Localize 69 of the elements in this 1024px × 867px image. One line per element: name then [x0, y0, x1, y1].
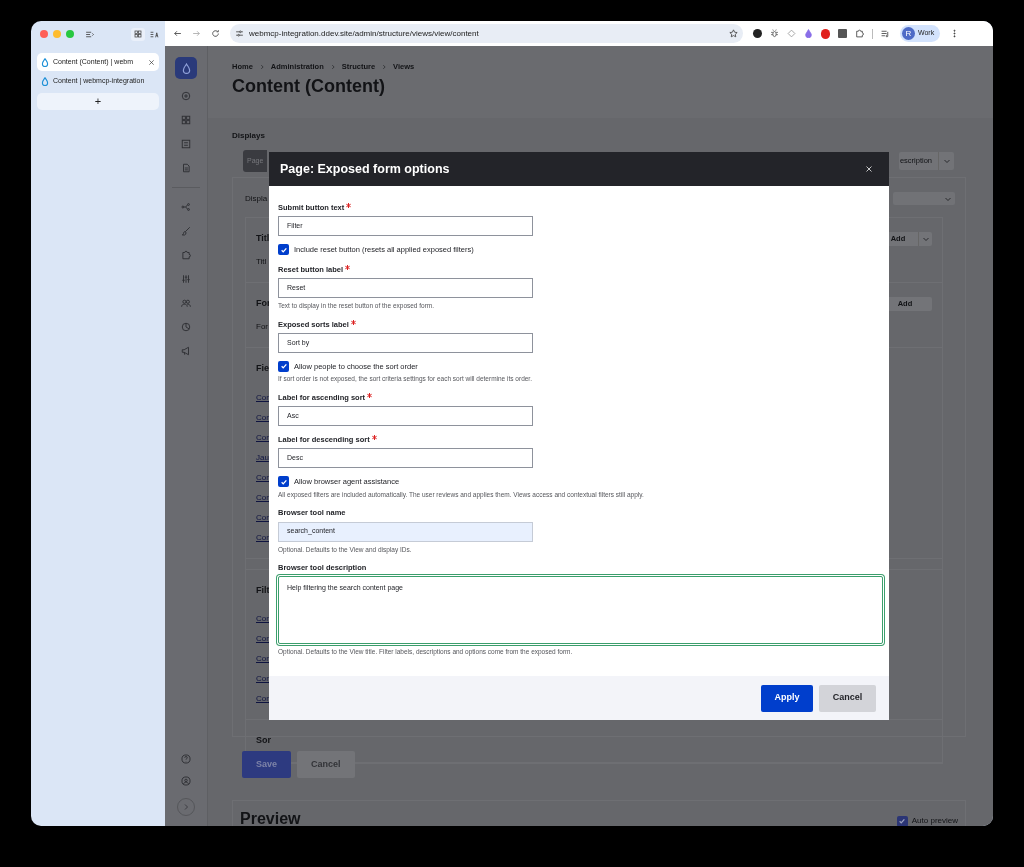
- check-icon: [898, 817, 907, 825]
- form-button[interactable]: Save: [242, 751, 292, 778]
- minimize-window-icon[interactable]: [53, 30, 61, 38]
- field-link[interactable]: Jau: [256, 451, 269, 464]
- chevron-down-icon: [942, 157, 951, 165]
- search-tabs-icon[interactable]: [150, 29, 159, 39]
- section-heading: Fie: [256, 362, 269, 375]
- drop-icon[interactable]: [804, 29, 813, 38]
- star-icon[interactable]: [729, 29, 738, 38]
- section-heading: Sor: [256, 734, 271, 747]
- share-icon[interactable]: [181, 202, 191, 212]
- chevron-right-icon: [258, 63, 265, 70]
- new-tab-button[interactable]: +: [37, 93, 159, 110]
- section-text: For: [256, 321, 268, 333]
- checkbox[interactable]: [896, 815, 908, 826]
- close-icon[interactable]: [148, 58, 155, 66]
- url-text: webmcp-integration.ddev.site/admin/structure/views/view/content: [249, 27, 479, 40]
- sliders-icon[interactable]: [181, 274, 191, 284]
- people-icon[interactable]: [181, 298, 191, 308]
- forward-icon[interactable]: [192, 29, 201, 38]
- megaphone-icon[interactable]: [181, 346, 191, 356]
- chevron-right-icon: [381, 63, 388, 70]
- chevron-down-icon: [921, 235, 930, 243]
- auto-preview-label: Auto preview: [911, 815, 958, 826]
- diamond-icon[interactable]: [787, 29, 796, 38]
- dialog-title: Page: Exposed form options: [280, 160, 450, 178]
- avatar-initial: R: [902, 27, 915, 40]
- section-heading: Titl: [256, 232, 270, 246]
- section-heading: For: [256, 297, 271, 311]
- form-button[interactable]: Cancel: [297, 751, 355, 778]
- close-window-icon[interactable]: [40, 30, 48, 38]
- checkbox[interactable]: [278, 360, 289, 372]
- brush-icon[interactable]: [181, 226, 191, 236]
- dialog-button[interactable]: Cancel: [819, 684, 876, 712]
- grid-icon[interactable]: [181, 115, 191, 125]
- plus-circle-icon[interactable]: [181, 91, 191, 101]
- section-text: Titl: [256, 256, 267, 268]
- checkbox[interactable]: [278, 476, 289, 488]
- display-label: Displa: [245, 192, 268, 205]
- checkbox[interactable]: [278, 244, 289, 256]
- back-icon[interactable]: [173, 29, 182, 38]
- help-icon[interactable]: [181, 754, 191, 764]
- extension-icon[interactable]: [753, 29, 762, 38]
- page-title: Content (Content): [232, 75, 386, 98]
- user-icon[interactable]: [181, 776, 191, 786]
- check-icon: [279, 477, 288, 486]
- tab-grid-button[interactable]: [131, 27, 145, 41]
- site-settings-icon: [235, 29, 244, 38]
- preview-heading: Preview: [240, 809, 301, 826]
- sidebar-toggle-icon[interactable]: [85, 29, 94, 39]
- maximize-window-icon[interactable]: [66, 30, 74, 38]
- check-icon: [279, 362, 288, 371]
- media-controls-icon[interactable]: [881, 29, 890, 38]
- chevron-right-icon: [182, 803, 190, 811]
- reload-icon[interactable]: [211, 29, 220, 38]
- section-label: Displays: [232, 130, 266, 142]
- chart-icon[interactable]: [181, 322, 191, 332]
- check-icon: [279, 245, 288, 254]
- puzzle-icon[interactable]: [181, 250, 191, 260]
- address-bar[interactable]: webmcp-integration.ddev.site/admin/structure/views/view/content: [230, 24, 743, 43]
- list-icon[interactable]: [181, 139, 191, 149]
- grid-icon: [134, 30, 142, 38]
- dialog-button[interactable]: Apply: [761, 684, 813, 712]
- section-heading: Filt: [256, 583, 270, 597]
- drop-logo[interactable]: [175, 57, 197, 79]
- bug-icon[interactable]: [770, 29, 779, 38]
- document-icon[interactable]: [181, 163, 191, 173]
- chevron-right-icon: [329, 63, 336, 70]
- puzzle-icon[interactable]: [855, 29, 864, 38]
